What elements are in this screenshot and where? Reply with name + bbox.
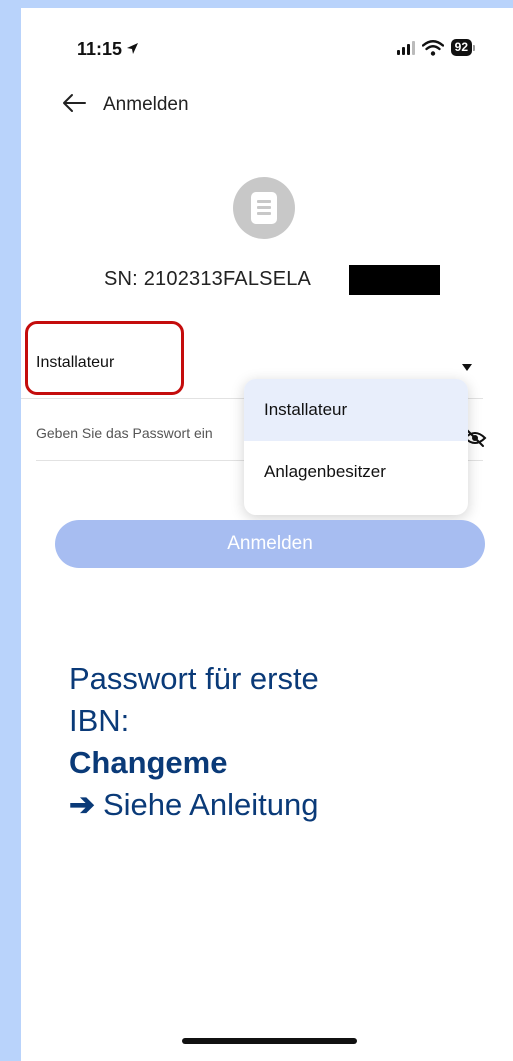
phone-screen: 11:15 92 Anmelden SN: 2102313FALSELA Ins… — [21, 8, 513, 1061]
page-title: Anmelden — [103, 94, 189, 115]
login-button[interactable]: Anmelden — [55, 520, 485, 568]
wifi-icon — [421, 39, 444, 56]
status-time-text: 11:15 — [77, 39, 123, 59]
dropdown-option-installateur[interactable]: Installateur — [244, 379, 468, 441]
highlight-frame — [25, 321, 184, 395]
serial-number: SN: 2102313FALSELA — [104, 268, 311, 291]
location-arrow-icon — [126, 39, 139, 60]
battery-level: 92 — [450, 39, 472, 56]
instructions-text: Passwort für erste IBN: Changeme ➔ Siehe … — [69, 658, 319, 826]
battery-icon: 92 — [450, 39, 475, 56]
arrow-left-icon[interactable] — [61, 92, 87, 114]
sn-value: 2102313FALSELA — [143, 268, 312, 290]
default-password: Changeme — [69, 745, 228, 780]
dropdown-option-anlagenbesitzer[interactable]: Anlagenbesitzer — [244, 441, 468, 503]
document-icon — [233, 177, 295, 239]
instructions-line-1: Passwort für erste — [69, 661, 319, 696]
sn-label: SN: — [104, 268, 138, 290]
status-time: 11:15 — [77, 39, 139, 60]
redaction-box — [349, 265, 440, 295]
instructions-line-2: IBN: — [69, 703, 130, 738]
status-icons: 92 — [396, 39, 475, 56]
instructions-line-4: ➔ Siehe Anleitung — [69, 784, 319, 826]
arrow-right-icon: ➔ — [69, 787, 95, 822]
home-indicator[interactable] — [182, 1038, 357, 1044]
chevron-down-icon[interactable] — [462, 364, 472, 371]
signal-icon — [396, 40, 415, 55]
role-dropdown-menu: Installateur Anlagenbesitzer — [244, 379, 468, 515]
instructions-guide-text: Siehe Anleitung — [102, 787, 319, 822]
